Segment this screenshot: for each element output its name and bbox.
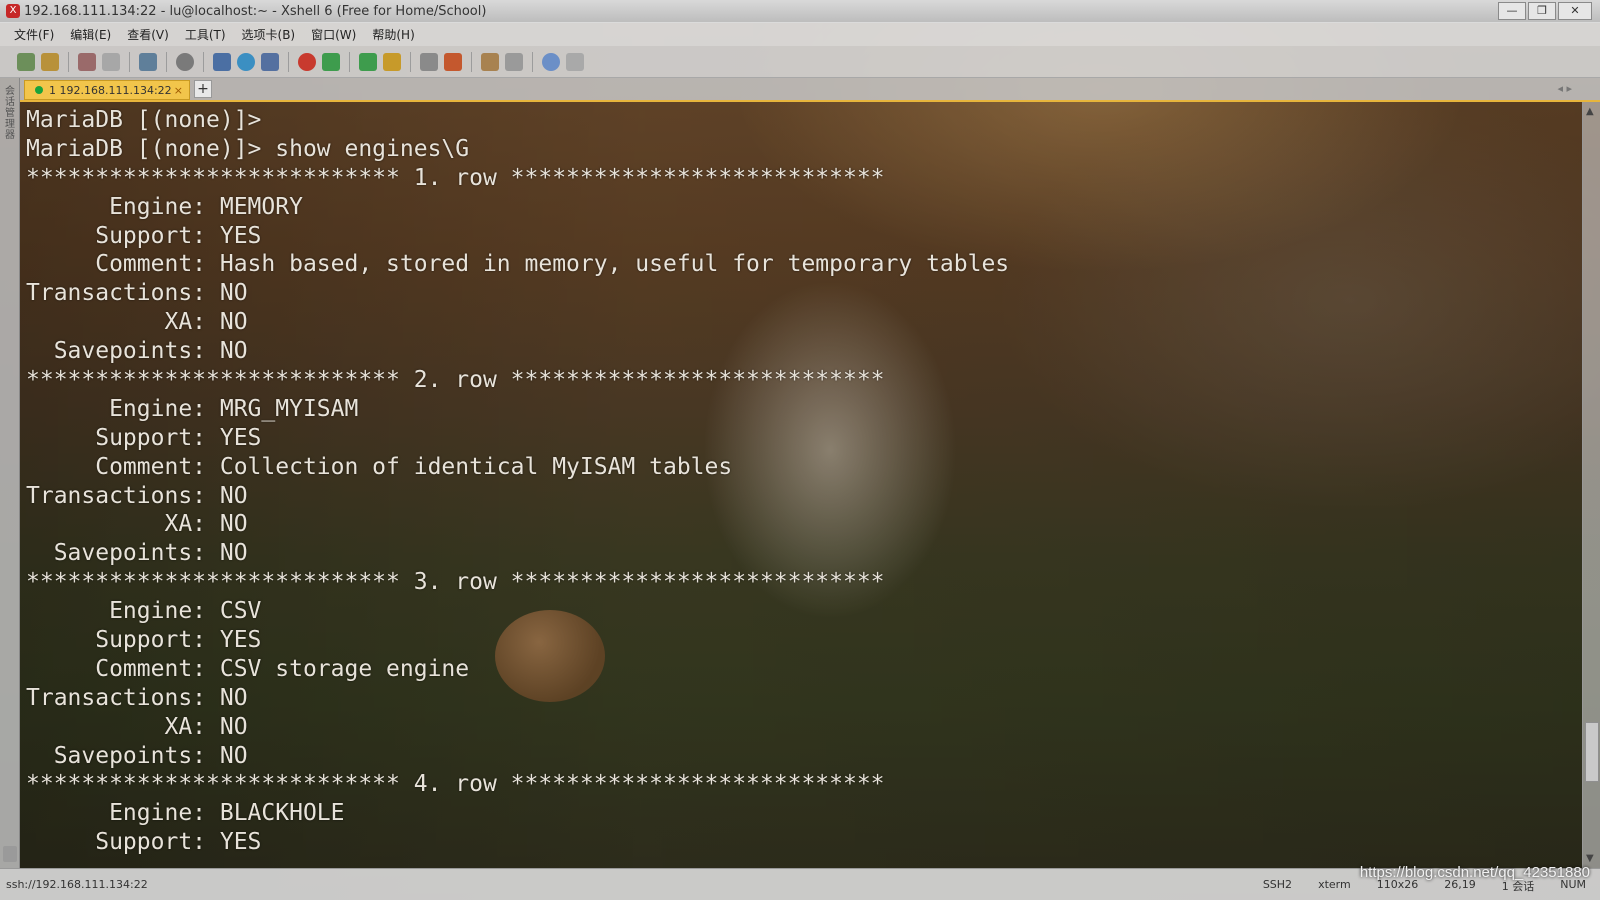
menu-tools[interactable]: 工具(T): [185, 26, 226, 43]
menu-help[interactable]: 帮助(H): [372, 26, 414, 43]
toolbar-separator: [288, 51, 289, 72]
terminal-line: Support: YES: [26, 424, 262, 451]
new-session-icon[interactable]: [17, 52, 35, 71]
window-title: 192.168.111.134:22 - lu@localhost:~ - Xs…: [24, 3, 487, 19]
highlight-icon[interactable]: [444, 52, 462, 71]
toolbar-separator: [410, 51, 411, 72]
terminal-line: Transactions: NO: [26, 482, 248, 509]
font-icon[interactable]: [261, 52, 279, 71]
terminal-line: XA: NO: [26, 511, 248, 538]
transfer-icon[interactable]: [213, 52, 231, 71]
terminal-line: Savepoints: NO: [26, 742, 248, 769]
toolbar-separator: [129, 51, 130, 72]
lock-icon[interactable]: [383, 52, 401, 71]
tile-icon[interactable]: [505, 52, 523, 71]
open-folder-icon[interactable]: [41, 52, 59, 71]
connected-status-icon: [35, 86, 43, 94]
tab-close-icon[interactable]: ×: [174, 84, 183, 97]
terminal-line: Comment: Hash based, stored in memory, u…: [26, 251, 1010, 278]
scroll-down-icon[interactable]: ▼: [1586, 853, 1594, 864]
tab-session-1[interactable]: 1 192.168.111.134:22 ×: [24, 80, 190, 100]
terminal-line: Savepoints: NO: [26, 338, 248, 365]
trash-icon[interactable]: [3, 846, 17, 862]
chat-icon[interactable]: [566, 52, 584, 71]
terminal-line: XA: NO: [26, 713, 248, 740]
xmanager-icon[interactable]: [322, 52, 340, 71]
disconnect-icon[interactable]: [102, 52, 120, 71]
menu-edit[interactable]: 编辑(E): [70, 26, 111, 43]
window-controls: — ❐ ✕: [1498, 2, 1592, 20]
terminal-line: Engine: MRG_MYISAM: [26, 395, 359, 422]
terminal-output[interactable]: MariaDB [(none)]> MariaDB [(none)]> show…: [26, 106, 1576, 862]
toolbar-separator: [532, 51, 533, 72]
terminal-line: Comment: CSV storage engine: [26, 655, 470, 682]
session-manager-strip[interactable]: 会话管理器: [0, 78, 20, 868]
terminal-line: Savepoints: NO: [26, 540, 248, 567]
menu-view[interactable]: 查看(V): [127, 26, 169, 43]
menu-tabs[interactable]: 选项卡(B): [242, 26, 296, 43]
terminal-line: XA: NO: [26, 309, 248, 336]
toolbar-separator: [166, 51, 167, 72]
terminal-line: Support: YES: [26, 829, 262, 856]
terminal-line: Transactions: NO: [26, 280, 248, 307]
terminal-line: MariaDB [(none)]> show engines\G: [26, 135, 470, 162]
terminal-line: Support: YES: [26, 627, 262, 654]
globe-icon[interactable]: [237, 52, 255, 71]
terminal-line: *************************** 2. row *****…: [26, 367, 885, 394]
toolbar-separator: [471, 51, 472, 72]
status-protocol: SSH2: [1262, 878, 1293, 891]
fullscreen-icon[interactable]: [359, 52, 377, 71]
toolbar-separator: [203, 51, 204, 72]
minimize-button[interactable]: —: [1498, 2, 1526, 20]
terminal-line: Comment: Collection of identical MyISAM …: [26, 453, 733, 480]
toolbar-separator: [349, 51, 350, 72]
maximize-button[interactable]: ❐: [1528, 2, 1556, 20]
tab-bar: 1 192.168.111.134:22 × + ◂ ▸: [20, 78, 1600, 102]
new-tab-button[interactable]: +: [194, 80, 212, 98]
session-manager-label: 会话管理器: [5, 86, 15, 141]
menu-window[interactable]: 窗口(W): [311, 26, 356, 43]
vertical-scrollbar[interactable]: ▲ ▼: [1582, 102, 1600, 868]
terminal-line: *************************** 3. row *****…: [26, 569, 885, 596]
xftp-icon[interactable]: [298, 52, 316, 71]
terminal-line: Support: YES: [26, 222, 262, 249]
properties-icon[interactable]: [139, 52, 157, 71]
menu-file[interactable]: 文件(F): [14, 26, 54, 43]
terminal-line: *************************** 1. row *****…: [26, 164, 885, 191]
status-terminal-type: xterm: [1318, 878, 1351, 891]
terminal-line: Engine: BLACKHOLE: [26, 800, 345, 827]
title-bar[interactable]: X 192.168.111.134:22 - lu@localhost:~ - …: [0, 0, 1600, 23]
toolbar: [0, 46, 1600, 78]
terminal-line: Engine: MEMORY: [26, 193, 303, 220]
watermark-url: https://blog.csdn.net/qq_42351880: [1359, 864, 1590, 881]
tab-label: 1 192.168.111.134:22: [49, 83, 172, 97]
scroll-thumb[interactable]: [1585, 722, 1599, 782]
status-connection: ssh://192.168.111.134:22: [6, 878, 148, 891]
compose-icon[interactable]: [481, 52, 499, 71]
keyboard-icon[interactable]: [420, 52, 438, 71]
close-button[interactable]: ✕: [1558, 2, 1592, 20]
search-icon[interactable]: [176, 52, 194, 71]
menu-bar: 文件(F) 编辑(E) 查看(V) 工具(T) 选项卡(B) 窗口(W) 帮助(…: [0, 22, 1600, 46]
toolbar-separator: [68, 51, 69, 72]
terminal-line: *************************** 4. row *****…: [26, 771, 885, 798]
help-icon[interactable]: [542, 52, 560, 71]
xshell-app-icon: X: [6, 4, 20, 18]
terminal-line: Transactions: NO: [26, 684, 248, 711]
connect-icon[interactable]: [78, 52, 96, 71]
terminal-line: MariaDB [(none)]>: [26, 107, 262, 133]
tab-scroll-arrows-icon[interactable]: ◂ ▸: [1557, 82, 1572, 95]
scroll-up-icon[interactable]: ▲: [1586, 106, 1594, 117]
terminal-line: Engine: CSV: [26, 598, 262, 625]
